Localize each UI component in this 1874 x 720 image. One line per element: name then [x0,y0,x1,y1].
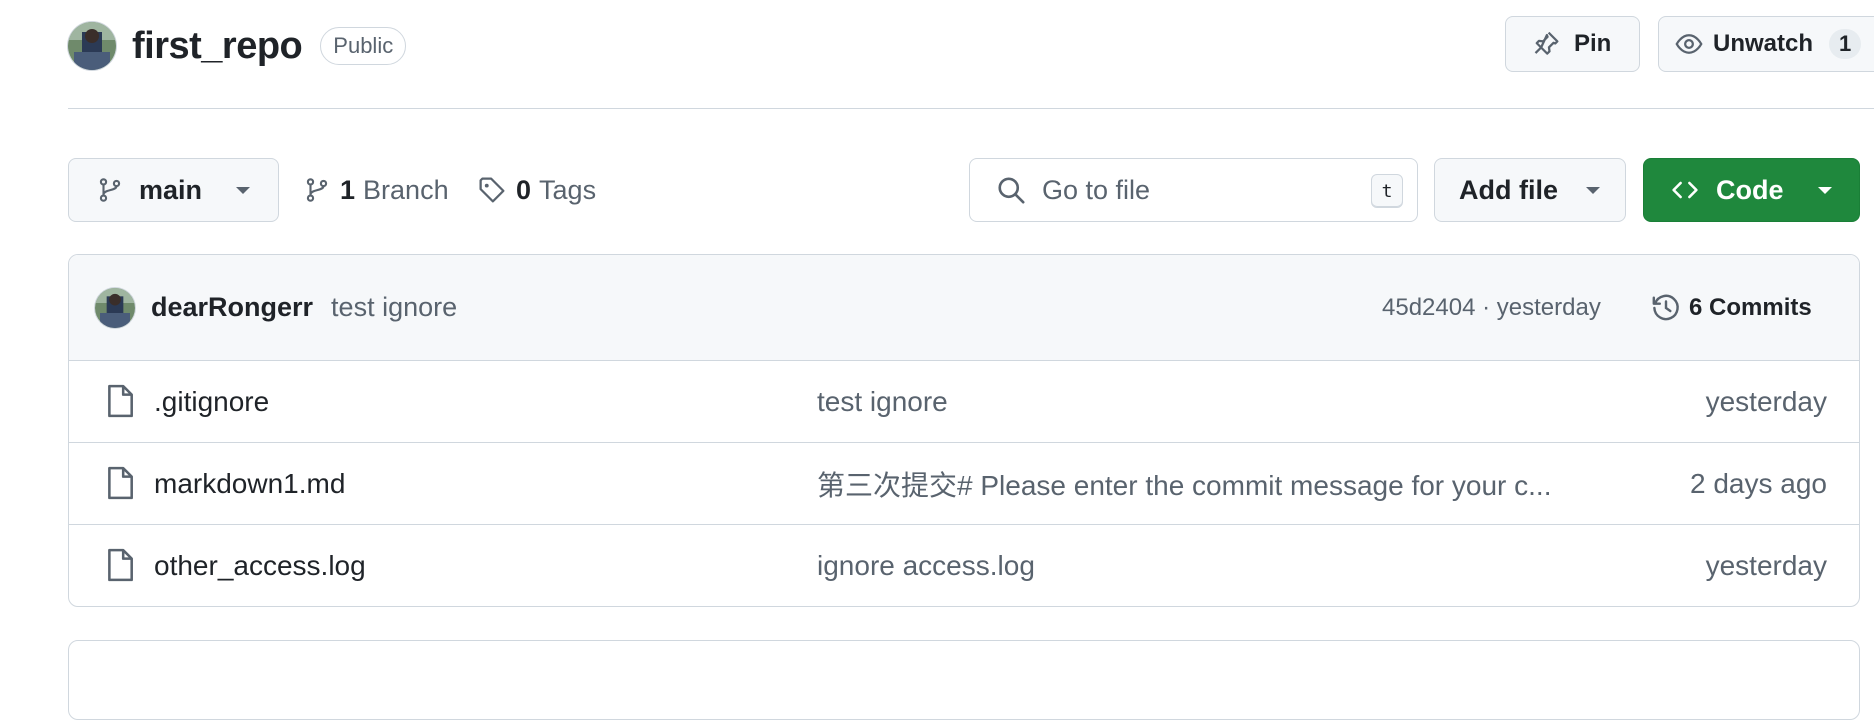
file-date: yesterday [1705,550,1827,581]
go-to-file-input[interactable]: Go to file t [969,158,1418,222]
commit-sha-time[interactable]: 45d2404 · yesterday [1382,255,1601,361]
code-label: Code [1716,174,1784,205]
tags-link[interactable]: 0 Tags [478,168,596,212]
readme-panel [68,640,1860,720]
tag-icon [478,176,506,204]
search-placeholder: Go to file [1042,174,1151,205]
file-row[interactable]: other_access.log ignore access.log yeste… [69,525,1859,606]
file-date: yesterday [1705,385,1827,417]
eye-icon [1675,30,1703,58]
tag-count: 0 [516,174,532,205]
file-commit-message[interactable]: 第三次提交# Please enter the commit message f… [817,464,1551,504]
file-name[interactable]: .gitignore [154,386,269,418]
commit-message[interactable]: test ignore [331,292,457,323]
header-divider [68,108,1874,109]
add-file-button[interactable]: Add file [1434,158,1626,222]
tag-label: Tags [539,174,597,205]
file-date: 2 days ago [1690,467,1827,499]
file-listing: dearRongerr test ignore 45d2404 · yester… [68,254,1860,607]
file-row[interactable]: .gitignore test ignore yesterday [69,361,1859,443]
visibility-badge: Public [320,27,407,65]
author-avatar[interactable] [95,287,135,328]
file-icon [105,384,135,418]
keyboard-shortcut-hint: t [1371,174,1403,208]
commits-count-label: 6 Commits [1689,294,1812,321]
pin-icon [1532,30,1560,58]
chevron-down-icon [1586,186,1600,194]
owner-avatar[interactable] [68,22,116,70]
code-button[interactable]: Code [1643,158,1860,222]
add-file-label: Add file [1459,174,1558,205]
git-branch-icon [304,176,330,204]
file-commit-message[interactable]: ignore access.log [817,550,1035,582]
pin-label: Pin [1574,30,1612,57]
commits-link[interactable]: 6 Commits [1651,255,1812,361]
watch-counter: 1 [1829,29,1862,59]
latest-commit-bar: dearRongerr test ignore 45d2404 · yester… [69,255,1859,361]
chevron-down-icon [236,186,251,194]
repo-header: first_repo Public [68,20,407,72]
repo-name[interactable]: first_repo [132,25,303,68]
branches-link[interactable]: 1 Branch [304,168,449,212]
unwatch-button[interactable]: Unwatch 1 [1658,16,1874,72]
search-icon [996,175,1026,205]
pin-button[interactable]: Pin [1505,16,1640,72]
branch-label: Branch [363,174,449,205]
file-row[interactable]: markdown1.md 第三次提交# Please enter the com… [69,443,1859,525]
commit-author[interactable]: dearRongerr [151,292,313,323]
file-name[interactable]: markdown1.md [154,468,345,500]
unwatch-label: Unwatch [1713,30,1814,57]
code-icon [1670,176,1700,204]
git-branch-icon [97,176,123,204]
branch-count: 1 [340,174,356,205]
file-icon [105,466,135,500]
file-icon [105,548,135,582]
branch-name: main [139,174,203,205]
file-commit-message[interactable]: test ignore [817,386,948,418]
history-icon [1651,293,1681,323]
branch-select-button[interactable]: main [68,158,279,222]
file-name[interactable]: other_access.log [154,550,366,582]
chevron-down-icon [1817,186,1832,194]
